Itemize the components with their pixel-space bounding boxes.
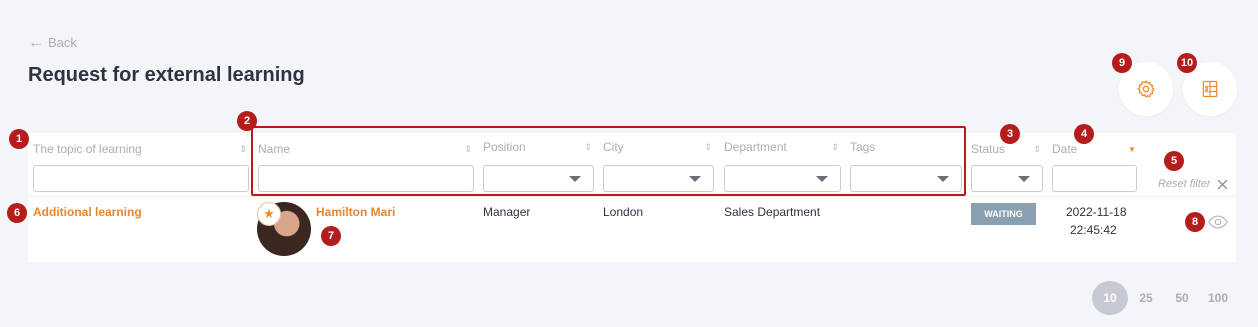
column-header-position[interactable]: Position ⇕ bbox=[483, 140, 592, 154]
status-filter-select[interactable] bbox=[971, 165, 1043, 192]
reset-filter-label: Reset filter bbox=[1158, 178, 1211, 190]
back-label: Back bbox=[48, 35, 77, 50]
column-header-department[interactable]: Department ⇕ bbox=[724, 140, 839, 154]
reset-filter-button[interactable]: Reset filter bbox=[1158, 178, 1228, 190]
column-label: Department bbox=[724, 140, 787, 154]
back-link[interactable]: ← Back bbox=[28, 34, 77, 51]
caret-down-icon bbox=[1018, 176, 1030, 182]
page-size-selector: 10 25 50 100 bbox=[1092, 281, 1236, 315]
requests-table: The topic of learning ⇕ Name ⇕ Position … bbox=[28, 133, 1236, 262]
date-value: 2022-11-18 bbox=[1066, 205, 1127, 219]
column-header-city[interactable]: City ⇕ bbox=[603, 140, 712, 154]
sort-desc-icon: ▼ bbox=[1128, 144, 1136, 154]
marker-9: 9 bbox=[1112, 53, 1132, 73]
page-title: Request for external learning bbox=[28, 64, 305, 86]
topic-filter-input[interactable] bbox=[33, 165, 249, 192]
column-label: Status bbox=[971, 142, 1006, 156]
department-filter-select[interactable] bbox=[724, 165, 841, 192]
marker-1: 1 bbox=[9, 129, 29, 149]
caret-down-icon bbox=[816, 176, 828, 182]
tags-filter-select[interactable] bbox=[850, 165, 962, 192]
caret-down-icon bbox=[937, 176, 949, 182]
sort-icon: ⇕ bbox=[239, 143, 247, 154]
position-value: Manager bbox=[483, 205, 531, 219]
caret-down-icon bbox=[569, 176, 581, 182]
column-header-name[interactable]: Name ⇕ bbox=[258, 142, 472, 156]
caret-down-icon bbox=[689, 176, 701, 182]
topic-link[interactable]: Additional learning bbox=[33, 205, 142, 219]
column-label: The topic of learning bbox=[33, 142, 142, 156]
column-label: Name bbox=[258, 142, 291, 156]
column-label: City bbox=[603, 140, 624, 154]
page-size-100[interactable]: 100 bbox=[1200, 281, 1236, 315]
page-size-25[interactable]: 25 bbox=[1128, 281, 1164, 315]
marker-2: 2 bbox=[237, 111, 257, 131]
eye-icon[interactable] bbox=[1208, 215, 1228, 229]
name-filter-input[interactable] bbox=[258, 165, 474, 192]
star-icon: ★ bbox=[257, 202, 281, 226]
column-header-topic[interactable]: The topic of learning ⇕ bbox=[33, 142, 247, 156]
marker-7: 7 bbox=[321, 226, 341, 246]
time-value: 22:45:42 bbox=[1070, 223, 1117, 237]
department-value: Sales Department bbox=[724, 205, 821, 219]
status-badge: WAITING bbox=[971, 203, 1036, 225]
column-header-tags[interactable]: Tags bbox=[850, 140, 955, 154]
sort-icon: ⇕ bbox=[584, 141, 592, 152]
city-value: London bbox=[603, 205, 644, 219]
marker-8: 8 bbox=[1185, 212, 1205, 232]
marker-5: 5 bbox=[1164, 151, 1184, 171]
sort-icon: ⇕ bbox=[831, 141, 839, 152]
position-filter-select[interactable] bbox=[483, 165, 594, 192]
employee-name-link[interactable]: Hamilton Mari bbox=[316, 205, 395, 219]
marker-6: 6 bbox=[7, 203, 27, 223]
sort-icon: ⇕ bbox=[704, 141, 712, 152]
gear-icon bbox=[1137, 79, 1155, 98]
marker-10: 10 bbox=[1177, 53, 1197, 73]
column-header-date[interactable]: Date ▼ bbox=[1052, 142, 1136, 156]
column-label: Position bbox=[483, 140, 526, 154]
close-icon bbox=[1217, 179, 1227, 189]
arrow-left-icon: ← bbox=[28, 34, 44, 51]
sort-icon: ⇕ bbox=[1033, 143, 1041, 154]
excel-icon bbox=[1202, 80, 1218, 98]
column-header-status[interactable]: Status ⇕ bbox=[971, 142, 1041, 156]
city-filter-select[interactable] bbox=[603, 165, 714, 192]
page-size-10[interactable]: 10 bbox=[1092, 281, 1128, 315]
column-label: Date bbox=[1052, 142, 1078, 156]
divider bbox=[28, 196, 1236, 197]
marker-3: 3 bbox=[1000, 124, 1020, 144]
marker-4: 4 bbox=[1074, 124, 1094, 144]
column-label: Tags bbox=[850, 140, 876, 154]
sort-icon: ⇕ bbox=[464, 143, 472, 154]
page-size-50[interactable]: 50 bbox=[1164, 281, 1200, 315]
date-filter-input[interactable] bbox=[1052, 165, 1137, 192]
